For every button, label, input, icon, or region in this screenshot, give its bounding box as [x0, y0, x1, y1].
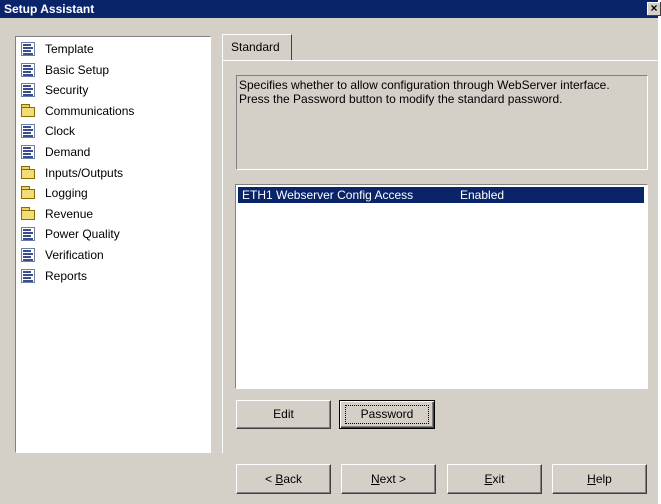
next-label: ext >	[379, 472, 407, 486]
folder-icon	[20, 186, 36, 200]
back-arrow: <	[264, 472, 276, 486]
password-button-label: Password	[345, 405, 429, 424]
document-icon	[20, 247, 36, 263]
description-box: Specifies whether to allow configuration…	[236, 75, 648, 170]
back-button[interactable]: < Back	[236, 464, 331, 494]
tree-item-label: Basic Setup	[45, 62, 110, 77]
document-icon	[20, 41, 36, 57]
tree-item-label: Communications	[45, 103, 135, 118]
document-icon	[20, 82, 36, 98]
settings-list[interactable]: ETH1 Webserver Config Access Enabled	[235, 184, 648, 389]
setup-assistant-window: Setup Assistant × Template Basic Setup Sec…	[0, 0, 661, 504]
tree-item-label: Demand	[45, 145, 91, 159]
tree-item-label: Template	[45, 42, 94, 56]
exit-accelerator: E	[484, 472, 493, 486]
document-icon	[20, 144, 36, 160]
exit-label: xit	[492, 472, 505, 486]
edit-button[interactable]: Edit	[236, 400, 331, 429]
document-icon	[20, 268, 36, 284]
tree-item-label: Inputs/Outputs	[45, 165, 124, 180]
help-button[interactable]: Help	[552, 464, 647, 494]
settings-row-selected[interactable]: ETH1 Webserver Config Access Enabled	[238, 187, 644, 203]
document-icon	[20, 226, 36, 242]
setting-value: Enabled	[460, 188, 505, 202]
document-icon	[20, 123, 36, 139]
tree-item-label: Reports	[45, 268, 88, 283]
description-text: Specifies whether to allow configuration…	[239, 78, 610, 106]
title-bar: Setup Assistant	[0, 0, 658, 18]
back-label: ack	[283, 472, 303, 486]
tree-item-label: Clock	[45, 124, 76, 139]
window-title: Setup Assistant	[4, 2, 95, 16]
folder-icon	[20, 206, 36, 220]
next-accelerator: N	[370, 472, 380, 486]
exit-button[interactable]: Exit	[447, 464, 542, 494]
setting-name: ETH1 Webserver Config Access	[242, 188, 414, 202]
tab-standard-label: Standard	[231, 40, 280, 54]
folder-icon	[20, 165, 36, 179]
folder-icon	[20, 103, 36, 117]
close-icon: ×	[650, 1, 658, 15]
help-label: elp	[595, 472, 612, 486]
tree-item-label: Verification	[45, 248, 104, 262]
tree-item-label: Security	[45, 83, 89, 98]
tree-item-label: Revenue	[45, 206, 94, 221]
navigation-tree: Template Basic Setup Security Communication…	[15, 36, 211, 453]
help-accelerator: H	[587, 472, 596, 486]
password-button[interactable]: Password	[339, 400, 435, 429]
close-button[interactable]: ×	[647, 2, 661, 16]
document-icon	[20, 62, 36, 78]
tree-item-label: Logging	[45, 186, 88, 201]
edit-button-label: Edit	[273, 407, 294, 421]
tree-item-label: Power Quality	[45, 227, 120, 242]
next-button[interactable]: Next >	[341, 464, 436, 494]
tab-standard[interactable]: Standard	[222, 34, 292, 60]
